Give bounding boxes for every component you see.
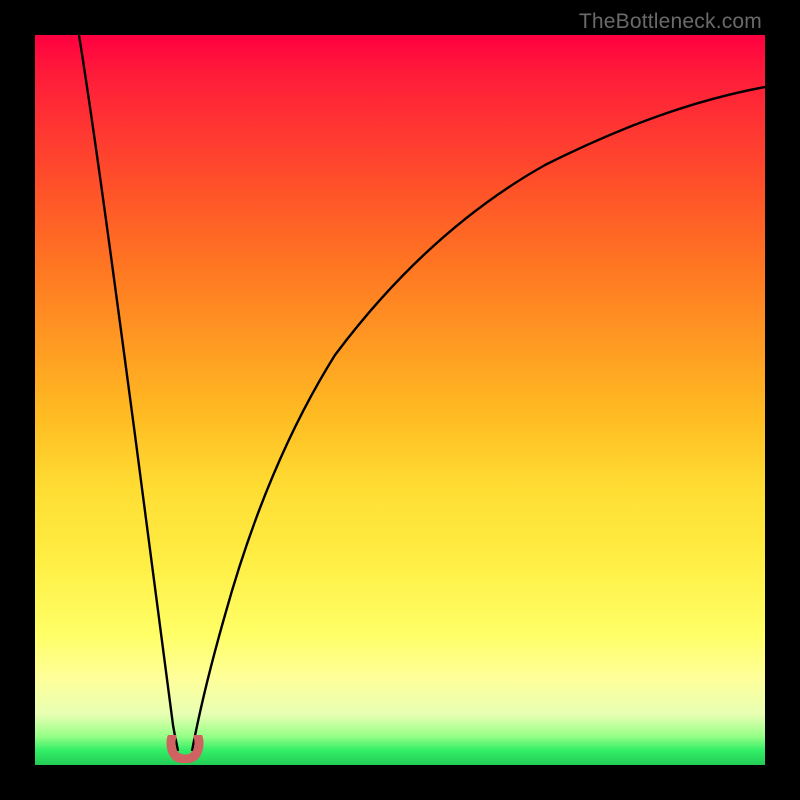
watermark-text: TheBottleneck.com [579, 10, 762, 34]
chart-container: TheBottleneck.com [0, 0, 800, 800]
curve-path [79, 35, 765, 751]
plot-area [35, 35, 765, 765]
u-marker-icon [166, 735, 204, 763]
optimal-marker [166, 735, 204, 763]
bottleneck-curve [35, 35, 765, 765]
